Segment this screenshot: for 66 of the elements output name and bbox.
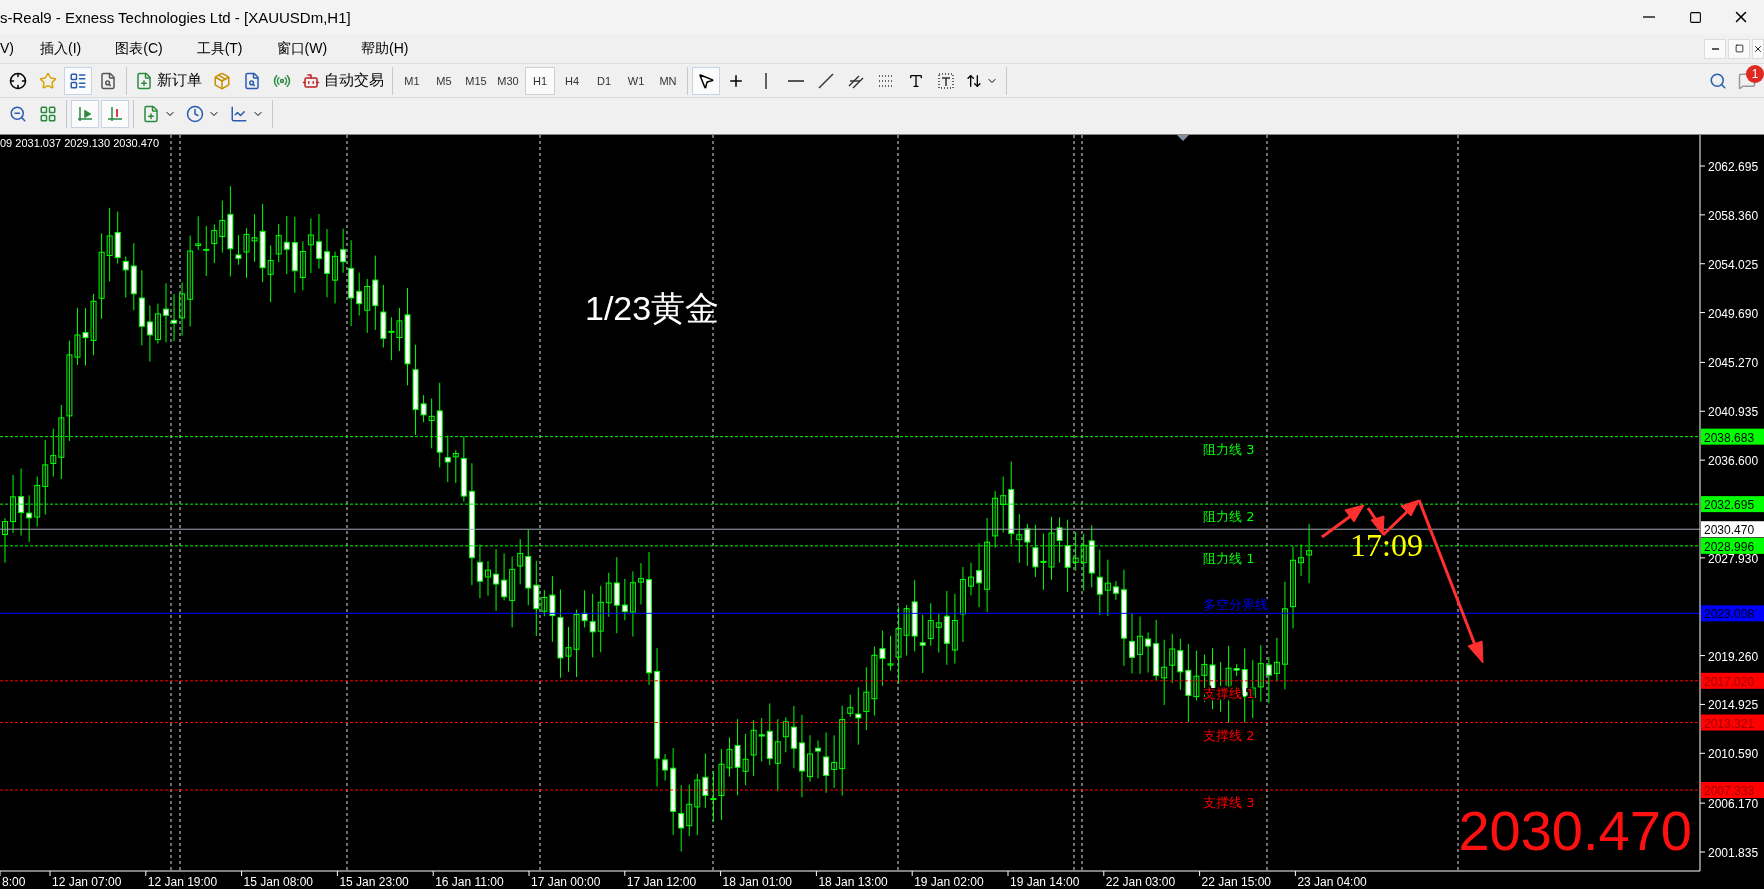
price-tick: 2027.930	[1708, 551, 1759, 566]
messages-button[interactable]: 1	[1732, 66, 1762, 95]
price-tick: 2040.935	[1708, 405, 1759, 420]
level-price-tag: 2032.695	[1701, 496, 1764, 513]
time-label: 19 Jan 02:00	[914, 875, 984, 889]
time-label: 23 Jan 04:00	[1297, 875, 1367, 889]
price-tick: 2014.925	[1708, 698, 1759, 713]
price-tick: 2006.170	[1708, 797, 1759, 812]
price-tick: 2001.835	[1708, 846, 1759, 860]
timeframe-button[interactable]: M1	[397, 66, 427, 95]
time-label: 22 Jan 15:00	[1201, 875, 1271, 889]
timeframe-button[interactable]: D1	[589, 66, 619, 95]
notification-badge: 1	[1746, 64, 1764, 83]
level-price-tag: 2028.996	[1701, 537, 1764, 554]
level-price-tag: 2038.683	[1701, 428, 1764, 445]
level-price-tag: 2013.321	[1701, 714, 1764, 731]
price-tick: 2062.695	[1708, 160, 1759, 174]
timeframe-button[interactable]: H4	[557, 66, 587, 95]
level-label: 多空分界线	[1203, 597, 1268, 613]
time-label: 17 Jan 00:00	[531, 875, 601, 889]
price-tick: 2058.360	[1708, 208, 1759, 223]
level-label: 支撑线 3	[1203, 795, 1255, 810]
menu-item[interactable]: 工具(T)	[196, 39, 257, 58]
price-tick: 2036.600	[1708, 454, 1759, 469]
menu-item[interactable]: 帮助(H)	[361, 39, 423, 58]
timeframe-button[interactable]: H1	[525, 66, 555, 95]
timeframe-button[interactable]: W1	[621, 66, 651, 95]
menu-item[interactable]: V)	[0, 39, 28, 58]
time-label: 18 Jan 13:00	[818, 875, 888, 889]
level-label: 阻力线 3	[1203, 441, 1255, 457]
chart-caption: 1/23黄金	[585, 289, 720, 327]
time-label: 8:00	[2, 875, 26, 889]
time-label: 18 Jan 01:00	[722, 875, 792, 889]
bid-price-tag: 2030.470	[1701, 521, 1764, 538]
price-tick: 2010.590	[1708, 747, 1759, 762]
menu-item[interactable]: 图表(C)	[115, 39, 177, 58]
timeframe-button[interactable]: M15	[461, 66, 491, 95]
time-label: 12 Jan 19:00	[147, 875, 218, 889]
time-label: 15 Jan 08:00	[243, 875, 313, 889]
level-price-tag: 2007.333	[1701, 782, 1764, 798]
level-price-tag: 2023.008	[1701, 605, 1764, 622]
auto-trading-button[interactable]: 自动交易	[298, 66, 388, 95]
time-label: 15 Jan 23:00	[339, 875, 409, 889]
ohlc-readout: 09 2031.037 2029.130 2030.470	[0, 137, 160, 149]
time-label: 19 Jan 14:00	[1010, 875, 1080, 889]
new-order-button[interactable]: 新订单	[131, 66, 206, 95]
menu-item[interactable]: 窗口(W)	[276, 39, 342, 58]
time-label: 16 Jan 11:00	[435, 875, 504, 889]
price-tick: 2019.260	[1708, 649, 1759, 664]
window-title: s-Real9 - Exness Technologies Ltd - [XAUUSDm,H1]	[0, 8, 351, 26]
level-label: 支撑线 2	[1203, 727, 1255, 743]
price-tick: 2045.270	[1708, 356, 1759, 371]
time-label: 22 Jan 03:00	[1105, 875, 1176, 889]
price-tick: 2054.025	[1708, 257, 1759, 272]
level-label: 阻力线 2	[1203, 509, 1255, 525]
timeframe-button[interactable]: M30	[493, 66, 523, 95]
time-label: 17 Jan 12:00	[626, 875, 697, 889]
timeframe-button[interactable]: M5	[429, 66, 459, 95]
big-price: 2030.470	[1458, 799, 1692, 862]
timeframe-button[interactable]: MN	[653, 66, 683, 95]
time-mark: 17:09	[1350, 527, 1423, 563]
level-price-tag: 2017.020	[1701, 672, 1764, 689]
price-tick: 2049.690	[1708, 306, 1759, 321]
level-label: 阻力线 1	[1203, 550, 1255, 566]
time-label: 12 Jan 07:00	[52, 875, 122, 889]
menu-item[interactable]: 插入(I)	[40, 39, 96, 58]
